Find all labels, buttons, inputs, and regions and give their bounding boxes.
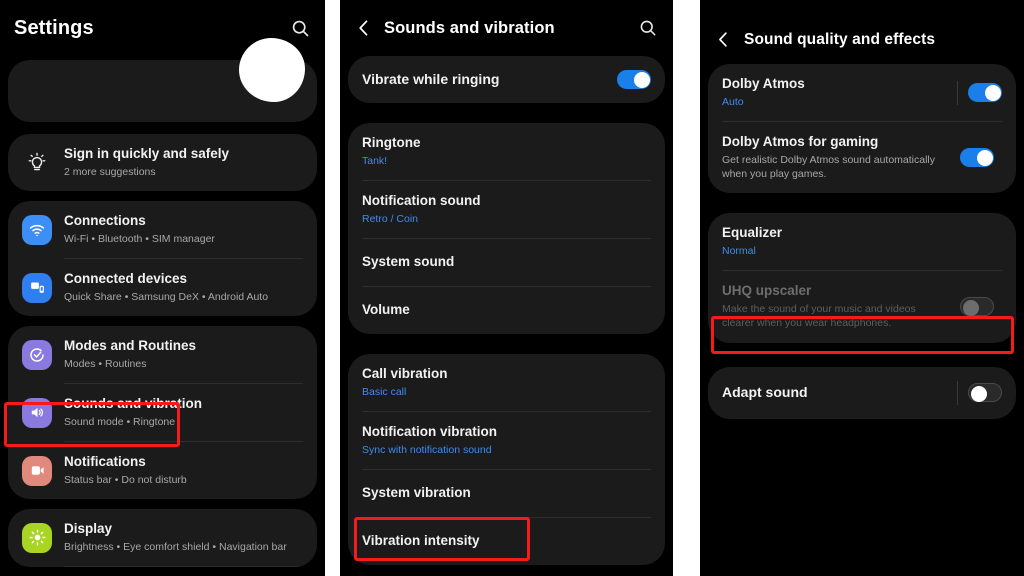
vibration-group-card: Call vibration Basic call Notification v… — [348, 353, 665, 565]
adapt-sound-toggle[interactable] — [968, 383, 1002, 403]
dolby-card: Dolby Atmos Auto Dolby Atmos for gaming … — [708, 64, 1016, 194]
page-title: Sounds and vibration — [384, 18, 555, 37]
list-item-title: Connections — [64, 213, 146, 229]
list-item-ringtone[interactable]: Ringtone Tank! — [348, 123, 665, 180]
list-item-subtitle: Make the sound of your music and videos … — [722, 303, 916, 330]
list-item-subtitle: Sync with notification sound — [362, 443, 492, 456]
list-item-title: System vibration — [362, 484, 471, 500]
list-item-system-vibration[interactable]: System vibration — [348, 470, 665, 517]
modes-sounds-card: Modes and Routines Modes • Routines Soun… — [8, 326, 317, 500]
list-item-title: System sound — [362, 254, 455, 270]
uhq-upscaler-toggle[interactable] — [960, 297, 994, 317]
list-item-title: Connected devices — [64, 271, 188, 287]
list-item-subtitle: Auto — [722, 95, 744, 108]
wifi-icon — [22, 214, 52, 245]
list-item-notification-sound[interactable]: Notification sound Retro / Coin — [348, 181, 665, 238]
list-item-title: Notification sound — [362, 193, 481, 209]
list-item-call-vibration[interactable]: Call vibration Basic call — [348, 354, 665, 411]
sidebar-item-connections[interactable]: Connections Wi-Fi • Bluetooth • SIM mana… — [8, 201, 317, 258]
list-item-subtitle: Get realistic Dolby Atmos sound automati… — [722, 153, 936, 181]
search-icon[interactable] — [638, 18, 659, 39]
list-item-title: Sounds and vibration — [64, 396, 203, 412]
equalizer-card: Equalizer Normal UHQ upscaler Make the s… — [708, 213, 1016, 343]
list-item-vibration-intensity[interactable]: Vibration intensity — [348, 518, 665, 565]
panel-gap-2 — [673, 0, 700, 576]
sound-speaker-icon — [22, 397, 52, 428]
list-item-title: Dolby Atmos for gaming — [722, 134, 879, 150]
list-item-title: Display — [64, 521, 113, 537]
list-item-title: Notification vibration — [362, 423, 497, 439]
separator-line — [957, 380, 958, 405]
connected-devices-icon — [22, 272, 52, 303]
list-item-title: Adapt sound — [722, 383, 808, 400]
list-item-uhq-upscaler[interactable]: UHQ upscaler Make the sound of your musi… — [708, 271, 1016, 342]
account-card[interactable] — [8, 38, 317, 122]
display-card: Display Brightness • Eye comfort shield … — [8, 509, 317, 568]
list-item-adapt-sound[interactable]: Adapt sound — [708, 367, 1016, 419]
page-title: Settings — [14, 16, 94, 39]
list-item-title: Vibration intensity — [362, 532, 480, 548]
list-item-notification-vibration[interactable]: Notification vibration Sync with notific… — [348, 412, 665, 469]
sidebar-item-display[interactable]: Display Brightness • Eye comfort shield … — [8, 509, 317, 566]
suggestions-card: Sign in quickly and safely 2 more sugges… — [8, 134, 317, 192]
list-item-title: Vibrate while ringing — [362, 70, 500, 87]
dolby-atmos-toggle[interactable] — [968, 83, 1002, 103]
list-item-subtitle: Sound mode • Ringtone — [64, 416, 176, 429]
panel-sounds-and-vibration: Sounds and vibration Vibrate while ringi… — [340, 0, 673, 576]
list-item-title: Volume — [362, 301, 410, 317]
sidebar-item-sounds-and-vibration[interactable]: Sounds and vibration Sound mode • Ringto… — [8, 384, 317, 441]
list-item-title: Modes and Routines — [64, 338, 197, 354]
vibrate-while-ringing-card: Vibrate while ringing — [348, 56, 665, 103]
dolby-atmos-gaming-toggle[interactable] — [960, 148, 994, 168]
list-item-title: Equalizer — [722, 225, 783, 241]
separator-line — [957, 80, 958, 105]
list-item-title: Dolby Atmos — [722, 76, 805, 91]
adapt-sound-card: Adapt sound — [708, 366, 1016, 419]
list-item-title: Call vibration — [362, 365, 448, 381]
list-item-equalizer[interactable]: Equalizer Normal — [708, 213, 1016, 270]
list-item-title: Sign in quickly and safely — [64, 146, 230, 161]
list-item-subtitle: Retro / Coin — [362, 212, 419, 225]
sidebar-item-connected-devices[interactable]: Connected devices Quick Share • Samsung … — [8, 259, 317, 316]
list-item-volume[interactable]: Volume — [348, 287, 665, 334]
list-item-vibrate-while-ringing[interactable]: Vibrate while ringing — [348, 56, 665, 103]
back-arrow-icon[interactable] — [354, 18, 374, 38]
list-item-subtitle: Normal — [722, 245, 756, 258]
display-brightness-icon — [22, 522, 52, 553]
list-item-subtitle: Brightness • Eye comfort shield • Naviga… — [64, 541, 287, 554]
panel-settings: Settings Sign in quickly and safely 2 mo… — [0, 0, 325, 576]
sounds-header: Sounds and vibration — [340, 0, 673, 56]
notifications-bell-icon — [22, 455, 52, 486]
lightbulb-icon — [22, 148, 52, 178]
sound-quality-header: Sound quality and effects — [700, 0, 1024, 64]
divider — [64, 566, 303, 568]
modes-routines-icon — [22, 339, 52, 370]
list-item-subtitle: Tank! — [362, 154, 388, 167]
page-title: Sound quality and effects — [744, 31, 936, 48]
list-item-subtitle: Status bar • Do not disturb — [64, 474, 187, 487]
three-panel-screenshot: Settings Sign in quickly and safely 2 mo… — [0, 0, 1024, 576]
list-item-system-sound[interactable]: System sound — [348, 239, 665, 286]
list-item-subtitle: Basic call — [362, 385, 407, 398]
panel-sound-quality-and-effects: Sound quality and effects Dolby Atmos Au… — [700, 0, 1024, 576]
list-item-subtitle: Wi-Fi • Bluetooth • SIM manager — [64, 232, 215, 245]
list-item-title: Notifications — [64, 454, 146, 470]
panel-gap-1 — [325, 0, 340, 576]
list-item-subtitle: Quick Share • Samsung DeX • Android Auto — [64, 290, 269, 303]
sidebar-item-modes-routines[interactable]: Modes and Routines Modes • Routines — [8, 326, 317, 383]
sound-group-card: Ringtone Tank! Notification sound Retro … — [348, 123, 665, 334]
search-icon[interactable] — [290, 18, 311, 39]
list-item-subtitle: 2 more suggestions — [64, 165, 156, 178]
connections-card: Connections Wi-Fi • Bluetooth • SIM mana… — [8, 201, 317, 317]
list-item-dolby-atmos[interactable]: Dolby Atmos Auto — [708, 64, 1016, 121]
list-item-dolby-atmos-for-gaming[interactable]: Dolby Atmos for gaming Get realistic Dol… — [708, 122, 1016, 193]
list-item-sign-in[interactable]: Sign in quickly and safely 2 more sugges… — [8, 134, 317, 191]
list-item-subtitle: Modes • Routines — [64, 358, 147, 371]
list-item-title: UHQ upscaler — [722, 283, 812, 299]
sidebar-item-notifications[interactable]: Notifications Status bar • Do not distur… — [8, 442, 317, 499]
list-item-title: Ringtone — [362, 135, 421, 150]
vibrate-while-ringing-toggle[interactable] — [617, 70, 651, 89]
profile-avatar[interactable] — [239, 38, 305, 102]
back-arrow-icon[interactable] — [714, 30, 734, 50]
